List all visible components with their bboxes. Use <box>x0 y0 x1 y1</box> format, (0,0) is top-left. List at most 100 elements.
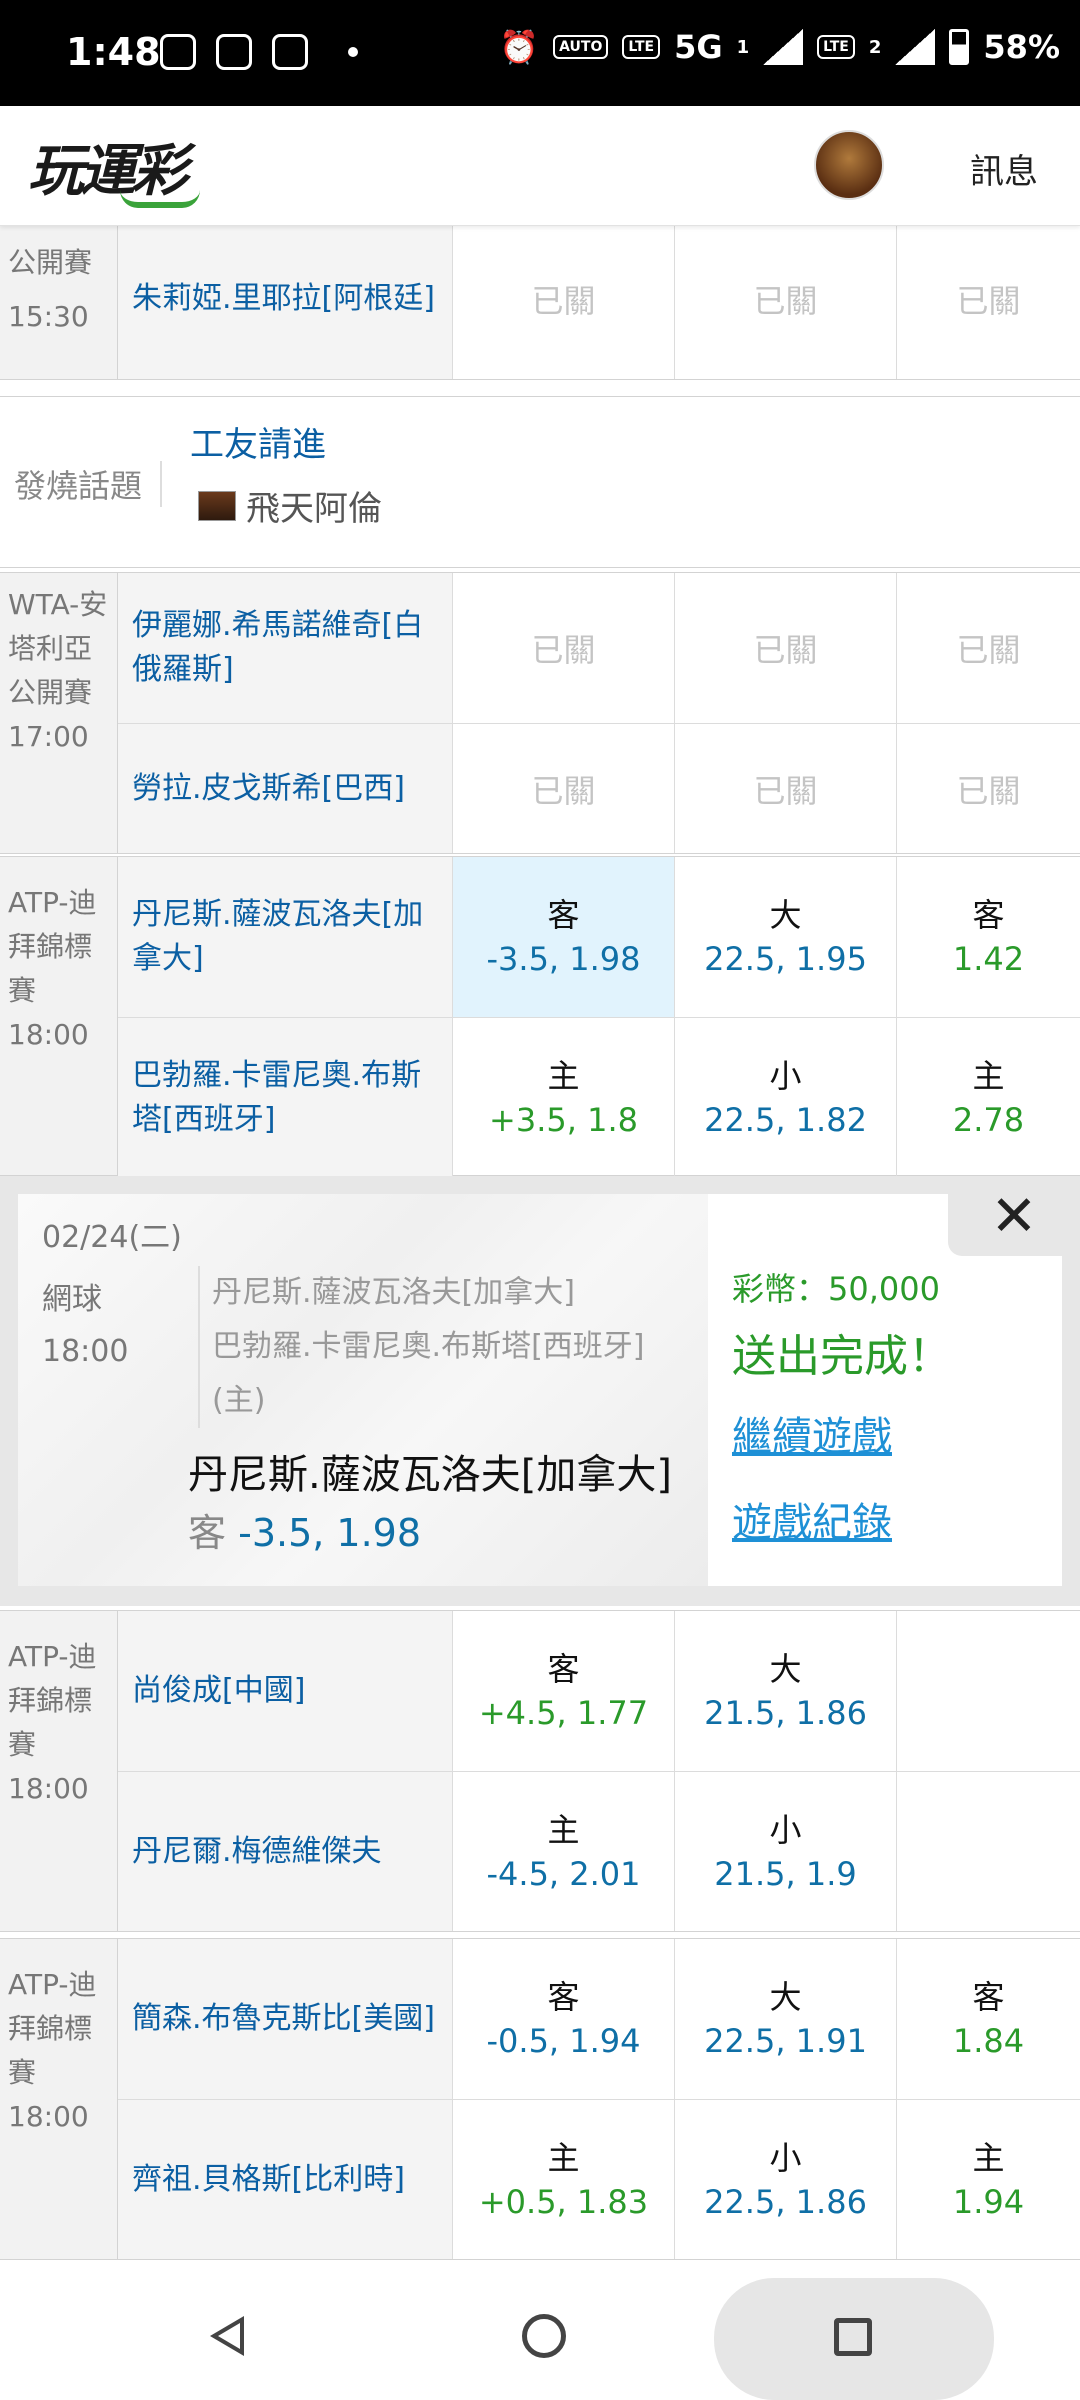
bet-side: 主 <box>547 2138 580 2177</box>
spread-cell: 已關 <box>452 226 674 379</box>
app-header: 玩運彩 訊息 <box>0 106 1080 226</box>
player-name[interactable]: 齊祖.貝格斯[比利時] <box>118 2100 452 2259</box>
bet-odds: 1.42 <box>952 940 1025 978</box>
ticket-home-marker: (主) <box>212 1383 266 1418</box>
logo-swoosh-icon <box>120 190 200 208</box>
bet-odds: -4.5, 2.01 <box>486 1854 641 1893</box>
total-cell[interactable]: 小 22.5, 1.82 <box>674 1018 896 1177</box>
bet-odds: 1.94 <box>952 2182 1025 2221</box>
volte2-icon: LTE <box>817 35 855 59</box>
recents-icon[interactable] <box>834 2318 872 2356</box>
player-row: 丹尼爾.梅德維傑夫 主 -4.5, 2.01 小 21.5, 1.9 <box>118 1771 1080 1931</box>
total-cell[interactable]: 小 21.5, 1.9 <box>674 1772 896 1931</box>
bet-odds: -0.5, 1.94 <box>486 2022 641 2060</box>
moneyline-cell: 已關 <box>896 573 1080 723</box>
player-row: 尚俊成[中國] 客 +4.5, 1.77 大 21.5, 1.86 <box>118 1611 1080 1771</box>
total-cell: 已關 <box>674 573 896 723</box>
bet-side: 客 <box>972 896 1005 934</box>
instagram-icon <box>160 34 196 70</box>
match-time: 18:00 <box>8 1772 89 1805</box>
player-name[interactable]: 朱莉婭.里耶拉[阿根廷] <box>118 226 452 379</box>
player-row: 齊祖.貝格斯[比利時] 主 +0.5, 1.83 小 22.5, 1.86 主 … <box>118 2099 1080 2259</box>
match-time: 18:00 <box>8 2100 89 2133</box>
sim2-badge: 2 <box>868 36 882 58</box>
moneyline-cell-empty <box>896 1611 1080 1771</box>
gallery-icon <box>272 34 308 70</box>
messages-link[interactable]: 訊息 <box>970 144 1038 193</box>
player-row: 巴勃羅.卡雷尼奧.布斯塔[西班牙] 主 +3.5, 1.8 小 22.5, 1.… <box>118 1017 1080 1177</box>
total-cell[interactable]: 大 22.5, 1.91 <box>674 1939 896 2099</box>
closed-label: 已關 <box>956 631 1021 669</box>
status-time: 1:48 <box>66 30 161 74</box>
bet-side: 大 <box>769 896 802 934</box>
odds-list[interactable]: 公開賽 15:30 朱莉婭.里耶拉[阿根廷] 已關 已關 已關 發燒話題 工友請… <box>0 226 1080 2274</box>
close-button[interactable]: ✕ <box>948 1176 1080 1256</box>
player-name[interactable]: 伊麗娜.希馬諾維奇[白俄羅斯] <box>118 573 452 723</box>
moneyline-cell[interactable]: 主 2.78 <box>896 1018 1080 1177</box>
ticket-odds: 客 -3.5, 1.98 <box>188 1502 421 1557</box>
closed-label: 已關 <box>956 771 1021 810</box>
hot-topic-banner: 發燒話題 工友請進 飛天阿倫 <box>0 396 1080 568</box>
hot-topic-title[interactable]: 工友請進 <box>190 417 326 466</box>
moneyline-cell[interactable]: 主 1.94 <box>896 2100 1080 2259</box>
hot-topic-author[interactable]: 飛天阿倫 <box>198 481 382 530</box>
bet-odds: 22.5, 1.86 <box>704 2182 867 2221</box>
avatar[interactable] <box>814 130 884 200</box>
moneyline-cell[interactable]: 客 1.84 <box>896 1939 1080 2099</box>
author-name: 飛天阿倫 <box>246 489 382 529</box>
bet-odds: 21.5, 1.86 <box>704 1694 867 1732</box>
bet-odds: +4.5, 1.77 <box>478 1694 649 1732</box>
player-row: 朱莉婭.里耶拉[阿根廷] 已關 已關 已關 <box>118 226 1080 379</box>
moneyline-cell[interactable]: 客 1.42 <box>896 857 1080 1017</box>
notification-dot-icon <box>348 47 358 57</box>
ticket-time: 18:00 <box>42 1334 129 1369</box>
player-name[interactable]: 丹尼爾.梅德維傑夫 <box>118 1772 452 1931</box>
bet-odds: 22.5, 1.91 <box>704 2022 867 2060</box>
player-row: 勞拉.皮戈斯希[巴西] 已關 已關 已關 <box>118 723 1080 853</box>
player-row: 丹尼斯.薩波瓦洛夫[加拿大] 客 -3.5, 1.98 大 22.5, 1.95… <box>118 857 1080 1017</box>
home-icon[interactable] <box>522 2314 566 2358</box>
player-name[interactable]: 巴勃羅.卡雷尼奧.布斯塔[西班牙] <box>118 1018 452 1177</box>
status-bar: 1:48 ⏰ AUTO LTE 5G 1 LTE 2 58% <box>0 0 1080 106</box>
bet-odds: 22.5, 1.82 <box>704 1100 867 1139</box>
ticket-pick-side: 客 <box>188 1511 227 1555</box>
match-card: ATP-迪拜錦標賽 18:00 簡森.布魯克斯比[美國] 客 -0.5, 1.9… <box>0 1938 1080 2260</box>
bet-odds: +3.5, 1.8 <box>489 1100 638 1139</box>
player-row: 伊麗娜.希馬諾維奇[白俄羅斯] 已關 已關 已關 <box>118 573 1080 723</box>
player-name[interactable]: 尚俊成[中國] <box>118 1611 452 1771</box>
player-name[interactable]: 簡森.布魯克斯比[美國] <box>118 1939 452 2099</box>
player-name[interactable]: 丹尼斯.薩波瓦洛夫[加拿大] <box>118 857 452 1017</box>
spread-cell[interactable]: 主 +3.5, 1.8 <box>452 1018 674 1177</box>
spread-cell[interactable]: 客 +4.5, 1.77 <box>452 1611 674 1771</box>
league-info: 公開賽 15:30 <box>0 226 118 379</box>
bet-side: 大 <box>769 1650 802 1688</box>
closed-label: 已關 <box>531 631 596 669</box>
closed-label: 已關 <box>531 282 596 320</box>
bet-side: 小 <box>769 1810 802 1849</box>
total-cell[interactable]: 大 21.5, 1.86 <box>674 1611 896 1771</box>
signal-icon <box>763 29 804 65</box>
closed-label: 已關 <box>753 282 818 320</box>
ticket-away-team: 丹尼斯.薩波瓦洛夫[加拿大] <box>212 1275 575 1310</box>
league-name: ATP-迪拜錦標賽 <box>8 1640 97 1761</box>
spread-cell[interactable]: 主 -4.5, 2.01 <box>452 1772 674 1931</box>
total-cell[interactable]: 小 22.5, 1.86 <box>674 2100 896 2259</box>
network-type: 5G <box>674 28 723 66</box>
league-name: 公開賽 <box>8 246 93 279</box>
continue-game-link[interactable]: 繼續遊戲 <box>732 1404 892 1462</box>
bet-side: 主 <box>972 2138 1005 2177</box>
spread-cell[interactable]: 客 -0.5, 1.94 <box>452 1939 674 2099</box>
alarm-icon: ⏰ <box>499 28 540 66</box>
back-icon[interactable] <box>210 2316 244 2356</box>
bet-odds: 21.5, 1.9 <box>714 1854 857 1893</box>
total-cell: 已關 <box>674 226 896 379</box>
league-info: WTA-安塔利亞公開賽 17:00 <box>0 573 118 853</box>
line-icon <box>216 34 252 70</box>
match-time: 17:00 <box>8 720 89 753</box>
game-history-link[interactable]: 遊戲紀錄 <box>732 1490 892 1548</box>
bet-side: 大 <box>769 1978 802 2016</box>
total-cell[interactable]: 大 22.5, 1.95 <box>674 857 896 1017</box>
player-name[interactable]: 勞拉.皮戈斯希[巴西] <box>118 724 452 853</box>
spread-cell-selected[interactable]: 客 -3.5, 1.98 <box>452 857 674 1017</box>
spread-cell[interactable]: 主 +0.5, 1.83 <box>452 2100 674 2259</box>
